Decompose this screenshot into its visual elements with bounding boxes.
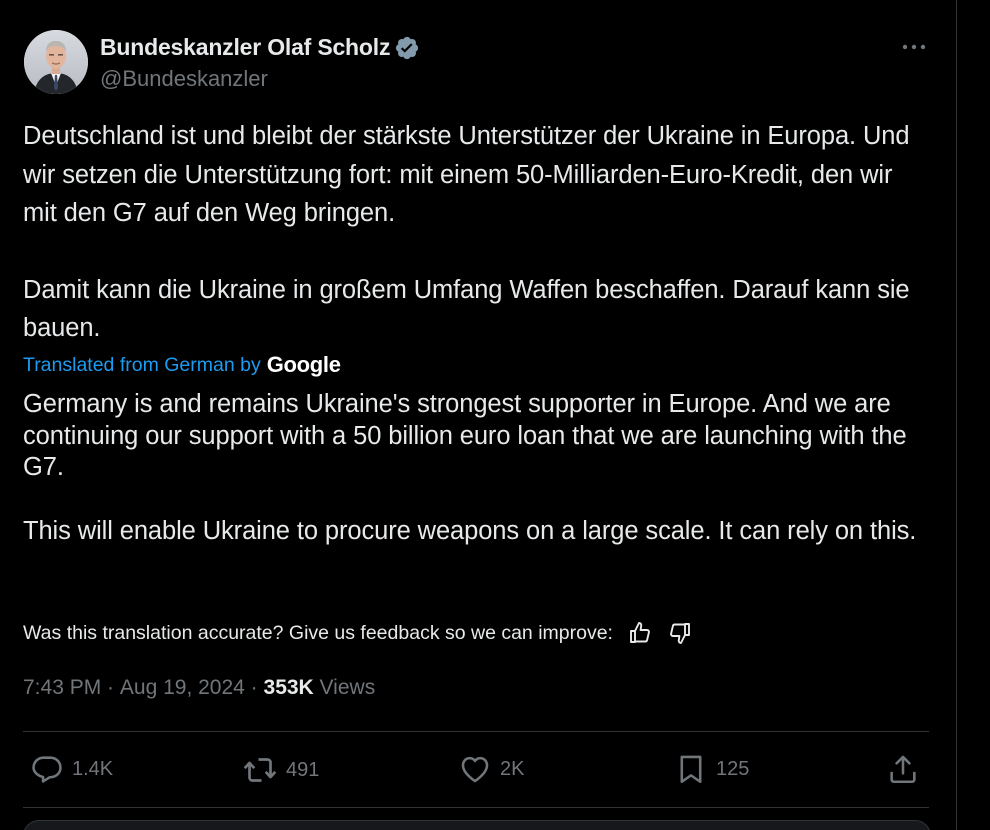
heart-icon (461, 756, 489, 783)
tweet-translation-paragraph: Germany is and remains Ukraine's stronge… (23, 390, 907, 481)
translation-feedback-prompt: Was this translation accurate? Give us f… (23, 621, 613, 644)
like-count: 2K (500, 757, 525, 780)
author-display-name[interactable]: Bundeskanzler Olaf Scholz (100, 34, 390, 61)
tweet-time[interactable]: 7:43 PM (23, 676, 101, 700)
avatar[interactable] (24, 30, 88, 94)
reply-count: 1.4K (72, 757, 114, 780)
google-logo: Google (266, 352, 341, 377)
author-name-row: Bundeskanzler Olaf Scholz (100, 34, 420, 61)
reply-icon (32, 756, 62, 783)
tweet-translation-text: Germany is and remains Ukraine's stronge… (23, 389, 943, 547)
repost-icon (243, 758, 277, 782)
tweet-original-paragraph: Damit kann die Ukraine in großem Umfang … (23, 275, 910, 343)
meta-separator: · (101, 676, 120, 699)
translation-attribution: Translated from German by Google (23, 352, 341, 378)
bookmark-button[interactable]: 125 (674, 752, 749, 786)
more-horizontal-icon (902, 44, 926, 50)
verified-badge-icon[interactable] (394, 35, 420, 61)
translation-feedback: Was this translation accurate? Give us f… (23, 620, 693, 646)
thumbs-down-button[interactable] (667, 620, 693, 646)
share-button[interactable] (886, 752, 920, 786)
bookmark-icon (680, 755, 702, 784)
tweet-actions: 1.4K 491 2K 125 (30, 752, 924, 788)
tweet-header: Bundeskanzler Olaf Scholz @Bundeskanzler (24, 30, 934, 96)
reply-composer[interactable] (23, 820, 931, 830)
divider (23, 731, 929, 732)
translated-from-link[interactable]: Translated from German by (23, 354, 261, 377)
thumbs-up-icon (630, 622, 650, 643)
like-button[interactable]: 2K (458, 752, 524, 786)
meta-separator: · (244, 676, 264, 699)
tweet-date[interactable]: Aug 19, 2024 (120, 676, 245, 700)
repost-count: 491 (286, 758, 320, 781)
author-handle[interactable]: @Bundeskanzler (100, 66, 268, 92)
thumbs-down-icon (670, 623, 690, 644)
tweet-meta: 7:43 PM · Aug 19, 2024 · 353K Views (23, 676, 375, 700)
tweet-translation-paragraph: This will enable Ukraine to procure weap… (23, 516, 917, 545)
bookmark-count: 125 (716, 757, 750, 780)
share-icon (890, 755, 916, 784)
column-divider (956, 0, 957, 830)
tweet-original-text: Deutschland ist und bleibt der stärkste … (23, 117, 933, 348)
divider (23, 807, 929, 808)
more-options-button[interactable] (900, 36, 928, 58)
avatar-portrait-icon (24, 30, 88, 94)
thumbs-up-button[interactable] (627, 620, 653, 646)
views-count: 353K (263, 676, 314, 699)
tweet-original-paragraph: Deutschland ist und bleibt der stärkste … (23, 122, 910, 227)
tweet-detail-page: Bundeskanzler Olaf Scholz @Bundeskanzler… (0, 0, 990, 830)
repost-button[interactable]: 491 (242, 752, 319, 788)
reply-button[interactable]: 1.4K (30, 752, 113, 786)
views-label: Views (313, 676, 376, 699)
